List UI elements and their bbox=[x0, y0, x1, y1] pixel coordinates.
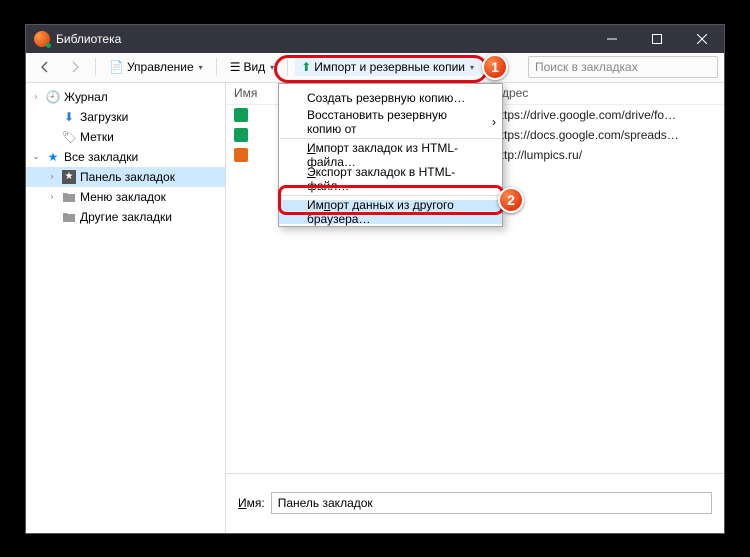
column-header-address[interactable]: Адрес bbox=[486, 83, 724, 104]
tree-expander-icon[interactable]: › bbox=[46, 172, 58, 181]
import-backup-menu-button[interactable]: ⬆ Импорт и резервные копии bbox=[295, 58, 480, 76]
sidebar-item-0[interactable]: › 🕘 Журнал bbox=[26, 87, 225, 107]
name-field-label: Имя: bbox=[238, 496, 265, 510]
titlebar: Библиотека bbox=[26, 25, 724, 53]
menu-item-label: Создать резервную копию… bbox=[307, 91, 465, 105]
sidebar-item-5[interactable]: › Меню закладок bbox=[26, 187, 225, 207]
tree-item-icon: 🕘 bbox=[46, 90, 60, 104]
favicon-icon bbox=[234, 108, 248, 122]
sidebar-item-2[interactable]: 🏷 Метки bbox=[26, 127, 225, 147]
window-title: Библиотека bbox=[56, 32, 589, 46]
tree-item-icon bbox=[62, 210, 76, 224]
annotation-badge-1: 1 bbox=[482, 54, 508, 80]
tree-expander-icon[interactable]: › bbox=[46, 192, 58, 201]
row-address: http://lumpics.ru/ bbox=[486, 148, 724, 162]
tree-item-icon: ⬇ bbox=[62, 110, 76, 124]
forward-button[interactable] bbox=[62, 58, 88, 76]
close-button[interactable] bbox=[679, 25, 724, 53]
maximize-button[interactable] bbox=[634, 25, 679, 53]
search-input[interactable]: Поиск в закладках bbox=[528, 56, 718, 78]
tree-item-icon: ★ bbox=[46, 150, 60, 164]
favicon-icon bbox=[234, 148, 248, 162]
row-address: https://docs.google.com/spreads… bbox=[486, 128, 724, 142]
tree-item-icon bbox=[62, 190, 76, 204]
import-icon: ⬆ bbox=[301, 60, 311, 74]
manage-menu-button[interactable]: 📄 Управление bbox=[103, 58, 209, 76]
menu-separator bbox=[280, 195, 501, 196]
menu-item-label: Восстановить резервную копию от bbox=[307, 108, 480, 136]
name-field[interactable] bbox=[271, 492, 712, 514]
menu-item-3[interactable]: Импорт закладок из HTML-файла… bbox=[279, 143, 502, 167]
sidebar: › 🕘 Журнал ⬇ Загрузки 🏷 Метки ⌄ ★ Все закладки › ★ П… bbox=[26, 83, 226, 533]
import-backup-menu: Создать резервную копию… Восстановить рез… bbox=[278, 83, 503, 227]
tree-item-label: Все закладки bbox=[64, 150, 138, 164]
tree-expander-icon[interactable]: › bbox=[30, 92, 42, 101]
menu-item-4[interactable]: Экспорт закладок в HTML-файл… bbox=[279, 167, 502, 191]
menu-item-label: Импорт данных из другого браузера… bbox=[307, 198, 480, 226]
tree-item-icon: 🏷 bbox=[62, 130, 76, 144]
firefox-icon bbox=[34, 31, 50, 47]
tree-item-label: Загрузки bbox=[80, 110, 128, 124]
row-address: https://drive.google.com/drive/fo… bbox=[486, 108, 724, 122]
tree-item-label: Панель закладок bbox=[80, 170, 175, 184]
tree-item-label: Меню закладок bbox=[80, 190, 166, 204]
back-button[interactable] bbox=[32, 58, 58, 76]
sidebar-item-4[interactable]: › ★ Панель закладок bbox=[26, 167, 225, 187]
tree-item-icon: ★ bbox=[62, 170, 76, 184]
view-icon: ☰ bbox=[230, 60, 241, 74]
sidebar-item-1[interactable]: ⬇ Загрузки bbox=[26, 107, 225, 127]
menu-item-label: Экспорт закладок в HTML-файл… bbox=[307, 165, 480, 193]
tree-item-label: Другие закладки bbox=[80, 210, 172, 224]
menu-item-6[interactable]: Импорт данных из другого браузера… bbox=[279, 200, 502, 224]
organize-icon: 📄 bbox=[109, 60, 124, 74]
tree-item-label: Метки bbox=[80, 130, 114, 144]
view-menu-button[interactable]: ☰ Вид bbox=[224, 58, 281, 76]
menu-separator bbox=[280, 138, 501, 139]
library-window: Библиотека 📄 Управление ☰ Вид ⬆ Импорт и… bbox=[25, 24, 725, 534]
favicon-icon bbox=[234, 128, 248, 142]
tree-item-label: Журнал bbox=[64, 90, 108, 104]
sidebar-item-6[interactable]: Другие закладки bbox=[26, 207, 225, 227]
menu-item-0[interactable]: Создать резервную копию… bbox=[279, 86, 502, 110]
toolbar: 📄 Управление ☰ Вид ⬆ Импорт и резервные … bbox=[26, 53, 724, 83]
minimize-button[interactable] bbox=[589, 25, 634, 53]
menu-item-1[interactable]: Восстановить резервную копию от bbox=[279, 110, 502, 134]
tree-expander-icon[interactable]: ⌄ bbox=[30, 152, 42, 161]
annotation-badge-2: 2 bbox=[498, 187, 524, 213]
details-pane: Имя: bbox=[226, 473, 724, 533]
sidebar-item-3[interactable]: ⌄ ★ Все закладки bbox=[26, 147, 225, 167]
